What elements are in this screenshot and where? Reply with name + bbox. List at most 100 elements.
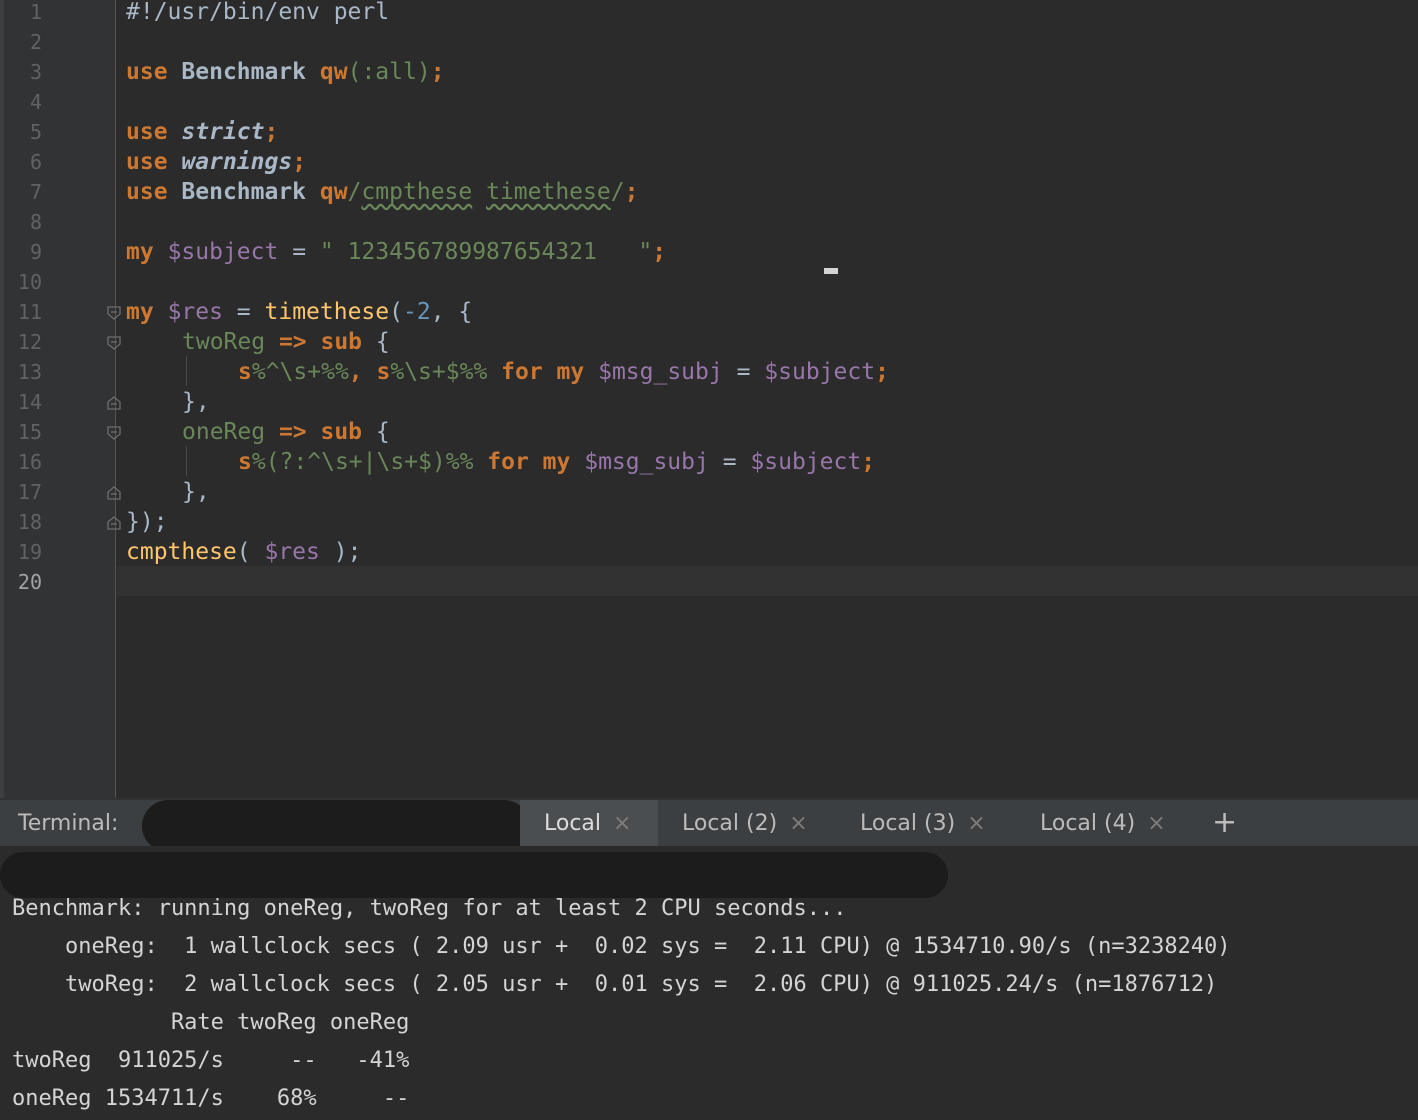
terminal-line: Benchmark: running oneReg, twoReg for at… xyxy=(12,896,847,921)
terminal-line: oneReg: 1 wallclock secs ( 2.09 usr + 0.… xyxy=(12,934,1231,959)
code-line-1[interactable]: #!/usr/bin/env perl xyxy=(126,0,389,27)
line-number: 10 xyxy=(17,270,42,294)
tab-label: Local xyxy=(544,811,602,836)
keyword: use xyxy=(126,59,168,85)
line-number: 20 xyxy=(17,570,42,594)
operator: = xyxy=(222,299,265,325)
tab-local-3[interactable]: Local (3) × xyxy=(836,800,1016,848)
line-number: 19 xyxy=(17,540,42,564)
code-line-11[interactable]: my $res = timethese(-2, { xyxy=(126,297,472,327)
terminal-output[interactable]: Benchmark: running oneReg, twoReg for at… xyxy=(0,846,1418,1120)
string-word-typo: timethese xyxy=(486,179,611,205)
keyword: sub xyxy=(320,419,363,445)
hash-key: twoReg xyxy=(182,329,266,355)
terminal-line: twoReg 911025/s -- -41% xyxy=(12,1048,410,1073)
variable: $subject xyxy=(750,449,862,475)
current-line-highlight xyxy=(117,566,1418,596)
code-line-16[interactable]: s%(?:^\s+|\s+$)%% for my $msg_subj = $su… xyxy=(238,447,875,477)
code-line-13[interactable]: s%^\s+%%, s%\s+$%% for my $msg_subj = $s… xyxy=(238,357,889,387)
keyword: my xyxy=(542,449,571,475)
line-number: 7 xyxy=(29,180,42,204)
semicolon: ; xyxy=(861,449,876,475)
package-name: Benchmark xyxy=(181,179,307,205)
paren: ( xyxy=(389,299,403,325)
code-line-14[interactable]: }, xyxy=(182,387,210,417)
keyword: use xyxy=(126,179,168,205)
code-line-12[interactable]: twoReg => sub { xyxy=(182,327,390,357)
variable: $res xyxy=(264,539,320,565)
fold-open-icon[interactable] xyxy=(106,335,122,351)
tab-local-4[interactable]: Local (4) × xyxy=(1016,800,1196,848)
close-icon[interactable]: × xyxy=(1147,811,1165,836)
string: / xyxy=(610,179,625,205)
code-line-19[interactable]: cmpthese( $res ); xyxy=(126,537,361,567)
semicolon: ; xyxy=(624,179,639,205)
semicolon: ; xyxy=(430,59,445,85)
code-line-3[interactable]: use Benchmark qw(:all); xyxy=(126,57,445,87)
line-number: 13 xyxy=(17,360,42,384)
pragma: warnings xyxy=(181,149,293,175)
keyword: s xyxy=(238,449,252,475)
string: / xyxy=(347,179,362,205)
terminal-line: oneReg 1534711/s 68% -- xyxy=(12,1086,410,1111)
block-end: }, xyxy=(182,479,210,505)
line-number: 18 xyxy=(17,510,42,534)
redacted-block xyxy=(142,800,530,852)
keyword: my xyxy=(556,359,585,385)
line-number: 9 xyxy=(29,240,42,264)
operator: = xyxy=(722,359,765,385)
code-editor[interactable]: 1 2 3 4 5 6 7 8 9 10 11 12 13 14 15 16 17 18 19 20 #!/usr/b… xyxy=(0,0,1418,798)
terminal-cursor xyxy=(824,268,838,274)
hash-key: oneReg xyxy=(182,419,266,445)
paren: ); xyxy=(319,539,362,565)
terminal-line: Rate twoReg oneReg xyxy=(12,1010,410,1035)
regex: %^\s+%% xyxy=(251,359,349,385)
keyword: for xyxy=(487,359,557,385)
tab-local[interactable]: Local × xyxy=(520,800,658,848)
code-line-6[interactable]: use warnings; xyxy=(126,147,306,177)
fat-arrow: => xyxy=(265,329,321,355)
line-number: 15 xyxy=(17,420,42,444)
fold-close-icon[interactable] xyxy=(106,395,122,411)
code-line-18[interactable]: }); xyxy=(126,507,168,537)
indent-guide xyxy=(186,356,187,386)
line-number: 3 xyxy=(29,60,42,84)
fold-open-icon[interactable] xyxy=(106,305,122,321)
keyword: my xyxy=(126,299,154,325)
regex: %\s+$%% xyxy=(390,359,488,385)
keyword: use xyxy=(126,149,168,175)
keyword: use xyxy=(126,119,168,145)
code-line-5[interactable]: use strict; xyxy=(126,117,278,147)
fold-close-icon[interactable] xyxy=(106,515,122,531)
shebang: #!/usr/bin/env perl xyxy=(126,0,390,25)
string: (:all) xyxy=(347,59,431,85)
variable: $msg_subj xyxy=(584,359,723,385)
terminal-line: twoReg: 2 wallclock secs ( 2.05 usr + 0.… xyxy=(12,972,1218,997)
function-call: cmpthese xyxy=(126,539,237,565)
indent-guide xyxy=(186,446,187,476)
terminal-label: Terminal: xyxy=(18,811,119,836)
line-number: 6 xyxy=(29,150,42,174)
line-number: 12 xyxy=(17,330,42,354)
code-line-9[interactable]: my $subject = " 123456789987654321 "; xyxy=(126,237,666,267)
close-icon[interactable]: × xyxy=(967,811,985,836)
keyword: s xyxy=(376,359,391,385)
add-tab-button[interactable]: + xyxy=(1212,800,1237,848)
close-icon[interactable]: × xyxy=(789,811,807,836)
semicolon: ; xyxy=(875,359,889,385)
tab-label: Local (4) xyxy=(1040,811,1136,836)
code-line-17[interactable]: }, xyxy=(182,477,210,507)
line-number: 16 xyxy=(17,450,42,474)
code-line-7[interactable]: use Benchmark qw/cmpthese timethese/; xyxy=(126,177,638,207)
code-line-15[interactable]: oneReg => sub { xyxy=(182,417,390,447)
keyword: qw xyxy=(319,59,348,85)
tab-local-2[interactable]: Local (2) × xyxy=(658,800,836,848)
line-number: 5 xyxy=(29,120,42,144)
operator: = xyxy=(708,449,751,475)
keyword: for xyxy=(473,449,543,475)
fold-open-icon[interactable] xyxy=(106,425,122,441)
operator: = xyxy=(278,239,320,265)
close-icon[interactable]: × xyxy=(613,811,631,836)
fold-close-icon[interactable] xyxy=(106,485,122,501)
line-number: 17 xyxy=(17,480,42,504)
